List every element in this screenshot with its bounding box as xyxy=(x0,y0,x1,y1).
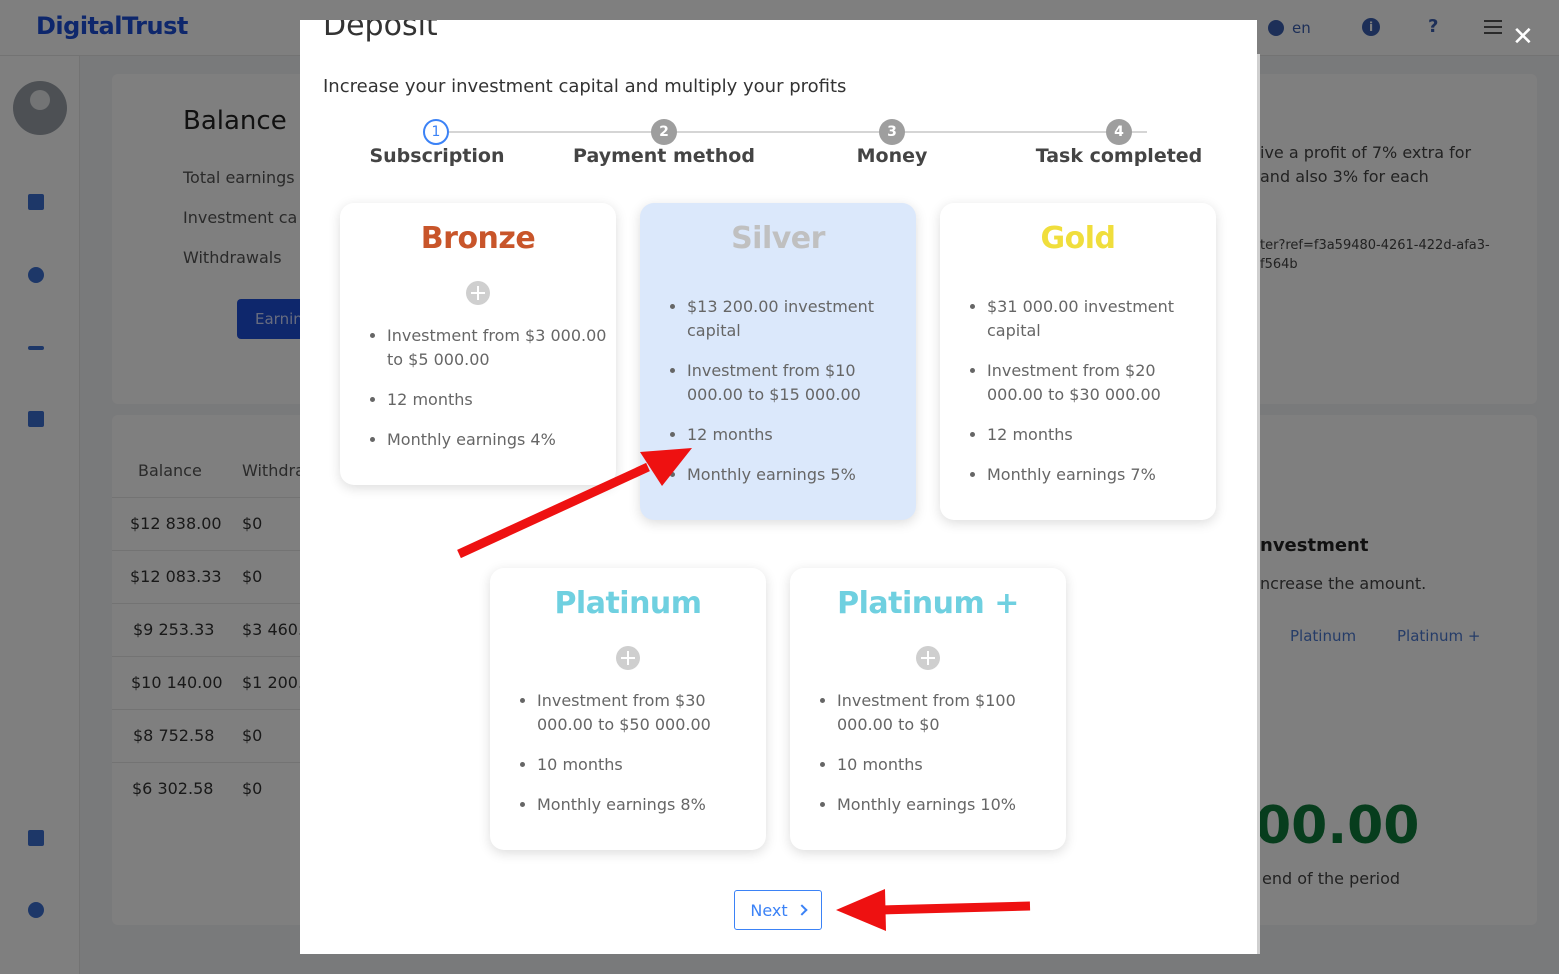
step-3-label: Money xyxy=(856,145,928,167)
close-icon[interactable]: ✕ xyxy=(1512,24,1534,50)
plan-feature: Monthly earnings 5% xyxy=(687,463,914,487)
modal-title: Deposit xyxy=(323,20,438,43)
step-2-label: Payment method xyxy=(573,145,755,167)
plan-features: Investment from $30 000.00 to $50 000.00… xyxy=(537,689,764,833)
next-button-label: Next xyxy=(750,900,788,920)
plan-card-platinum-plus[interactable]: Platinum + Investment from $100 000.00 t… xyxy=(790,568,1066,850)
step-4-label: Task completed xyxy=(1035,145,1203,167)
plan-features: Investment from $3 000.00 to $5 000.00 1… xyxy=(387,324,614,468)
plan-name: Platinum + xyxy=(837,586,1019,621)
plan-features: $13 200.00 investment capital Investment… xyxy=(687,295,914,503)
step-1-label: Subscription xyxy=(369,145,505,167)
deposit-modal: Deposit Increase your investment capital… xyxy=(300,20,1257,954)
plan-feature: 12 months xyxy=(387,388,614,412)
plan-feature: Investment from $100 000.00 to $0 xyxy=(837,689,1064,737)
step-1-circle[interactable]: 1 xyxy=(423,119,449,145)
plan-card-gold[interactable]: Gold $31 000.00 investment capital Inves… xyxy=(940,203,1216,520)
plan-feature: Investment from $3 000.00 to $5 000.00 xyxy=(387,324,614,372)
plus-circle-icon[interactable] xyxy=(616,646,640,670)
plan-feature: 10 months xyxy=(837,753,1064,777)
plus-circle-icon[interactable] xyxy=(916,646,940,670)
plan-features: $31 000.00 investment capital Investment… xyxy=(987,295,1214,503)
plan-feature: Monthly earnings 7% xyxy=(987,463,1214,487)
plan-card-silver[interactable]: Silver $13 200.00 investment capital Inv… xyxy=(640,203,916,520)
step-3-circle[interactable]: 3 xyxy=(879,119,905,145)
plus-circle-icon[interactable] xyxy=(466,281,490,305)
plan-feature: $31 000.00 investment capital xyxy=(987,295,1214,343)
plan-feature: Investment from $10 000.00 to $15 000.00 xyxy=(687,359,914,407)
plan-name: Gold xyxy=(1040,221,1117,256)
plan-feature: 10 months xyxy=(537,753,764,777)
plan-features: Investment from $100 000.00 to $0 10 mon… xyxy=(837,689,1064,833)
plan-feature: Monthly earnings 4% xyxy=(387,428,614,452)
plan-feature: Investment from $30 000.00 to $50 000.00 xyxy=(537,689,764,737)
plan-name: Platinum xyxy=(554,586,702,621)
plan-card-platinum[interactable]: Platinum Investment from $30 000.00 to $… xyxy=(490,568,766,850)
plan-feature: 12 months xyxy=(987,423,1214,447)
chevron-right-icon xyxy=(795,904,808,916)
plan-feature: $13 200.00 investment capital xyxy=(687,295,914,343)
plan-feature: Monthly earnings 10% xyxy=(837,793,1064,817)
plan-feature: Monthly earnings 8% xyxy=(537,793,764,817)
plan-name: Bronze xyxy=(420,221,536,256)
step-4-circle[interactable]: 4 xyxy=(1106,119,1132,145)
plan-feature: 12 months xyxy=(687,423,914,447)
step-2-circle[interactable]: 2 xyxy=(651,119,677,145)
stepper-line xyxy=(449,131,1147,133)
plan-name: Silver xyxy=(731,221,825,256)
plan-card-bronze[interactable]: Bronze Investment from $3 000.00 to $5 0… xyxy=(340,203,616,485)
plan-feature: Investment from $20 000.00 to $30 000.00 xyxy=(987,359,1214,407)
next-button[interactable]: Next xyxy=(734,890,822,930)
modal-scrollbar[interactable] xyxy=(1257,54,1260,954)
modal-subtitle: Increase your investment capital and mul… xyxy=(323,76,847,97)
